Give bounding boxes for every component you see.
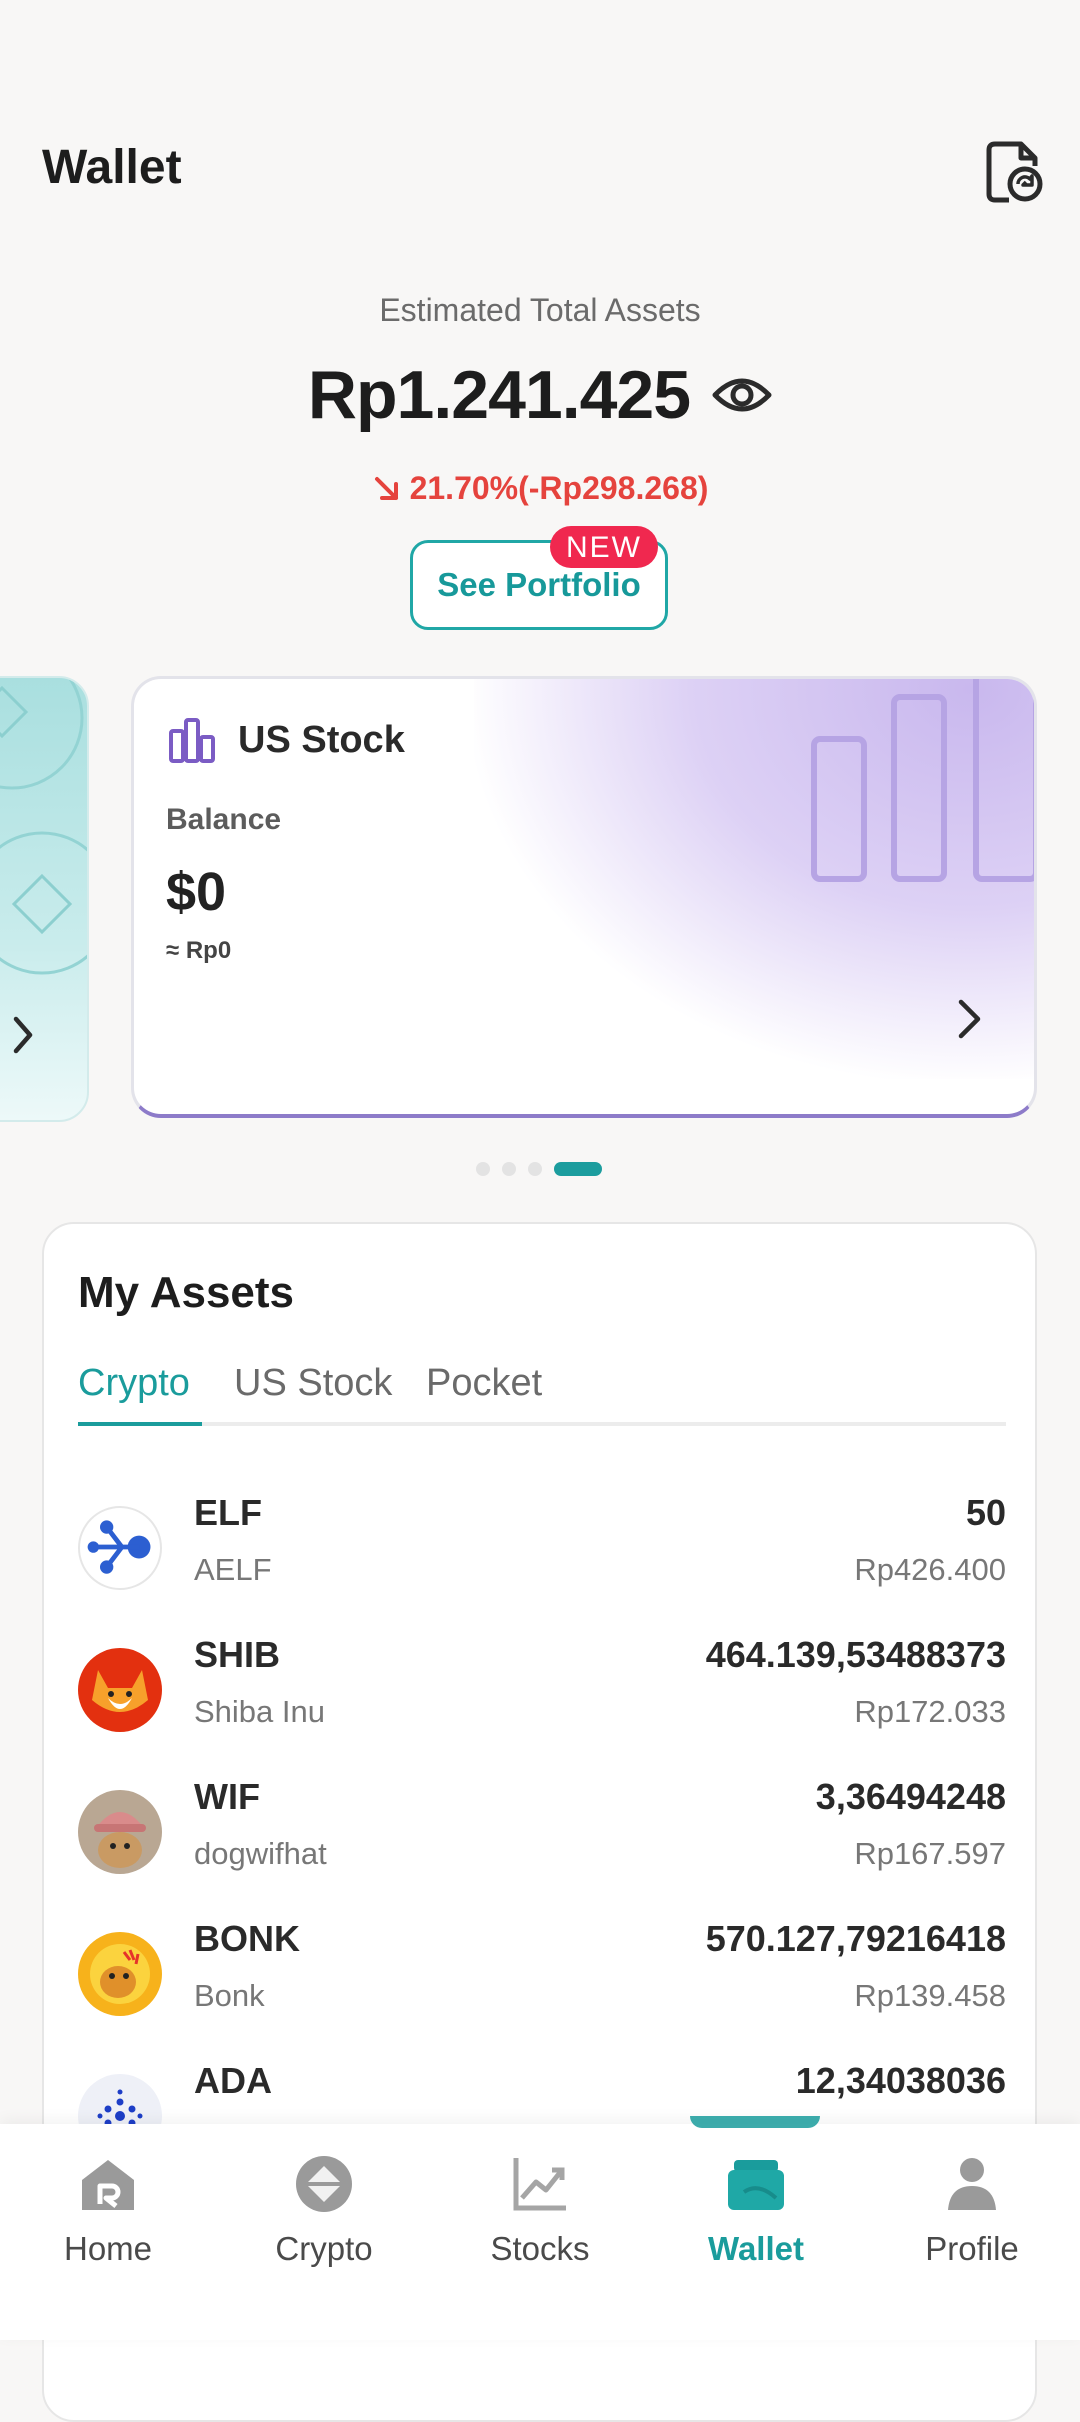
stock-chart-icon bbox=[169, 718, 215, 763]
profile-icon bbox=[948, 2158, 996, 2210]
card-balance-approx: ≈ Rp0 bbox=[166, 937, 232, 964]
total-assets-row: Rp1.241.425 bbox=[0, 356, 1080, 434]
dogwifhat-logo-icon bbox=[78, 1790, 162, 1874]
card-title-row: US Stock bbox=[168, 717, 405, 763]
asset-row[interactable]: ELF AELF 50 Rp426.400 bbox=[78, 1492, 1006, 1612]
asset-value: Rp172.033 bbox=[854, 1694, 1006, 1729]
asset-amount: 50 bbox=[965, 1492, 1006, 1533]
card-balance-label: Balance bbox=[166, 803, 282, 836]
shiba-inu-logo-icon bbox=[78, 1648, 162, 1732]
nav-stocks-label: Stocks bbox=[490, 2230, 590, 2267]
home-icon bbox=[82, 2160, 134, 2210]
asset-symbol: SHIB bbox=[194, 1634, 281, 1675]
asset-symbol: ADA bbox=[194, 2060, 272, 2101]
asset-row[interactable]: BONK Bonk 570.127,79216418 Rp139.458 bbox=[78, 1918, 1006, 2038]
carousel-dot-active bbox=[554, 1162, 602, 1176]
wallet-icon bbox=[728, 2160, 784, 2210]
carousel-indicator bbox=[476, 1162, 602, 1176]
page-title: Wallet bbox=[42, 141, 182, 194]
total-change-value: 21.70%(-Rp298.268) bbox=[409, 470, 709, 506]
asset-symbol: BONK bbox=[194, 1918, 300, 1959]
nav-wallet-label: Wallet bbox=[708, 2230, 804, 2267]
nav-crypto-label: Crypto bbox=[275, 2230, 373, 2267]
new-badge: NEW bbox=[550, 526, 658, 568]
nav-stocks[interactable]: Stocks bbox=[432, 2152, 648, 2268]
nav-crypto[interactable]: Crypto bbox=[216, 2152, 432, 2268]
assets-title: My Assets bbox=[78, 1268, 295, 1317]
nav-profile[interactable]: Profile bbox=[864, 2152, 1080, 2268]
assets-tabs: Crypto US Stock Pocket bbox=[78, 1362, 1006, 1426]
total-assets-value: Rp1.241.425 bbox=[307, 357, 691, 433]
asset-amount: 570.127,79216418 bbox=[705, 1918, 1006, 1959]
candlestick-decoration-icon bbox=[811, 679, 1034, 882]
bonk-logo-icon bbox=[78, 1932, 162, 2016]
active-nav-indicator bbox=[690, 2116, 820, 2128]
crypto-icon bbox=[296, 2156, 352, 2212]
previous-wallet-card[interactable] bbox=[0, 676, 89, 1122]
estimated-total-label: Estimated Total Assets bbox=[379, 292, 701, 328]
asset-value: Rp426.400 bbox=[854, 1552, 1006, 1587]
asset-value: Rp139.458 bbox=[854, 1978, 1006, 2013]
asset-symbol: ELF bbox=[194, 1492, 262, 1533]
nav-home[interactable]: Home bbox=[0, 2152, 216, 2268]
nav-wallet[interactable]: Wallet bbox=[648, 2152, 864, 2268]
carousel-dot bbox=[528, 1162, 542, 1176]
asset-value: Rp167.597 bbox=[854, 1836, 1006, 1871]
arrow-down-right-icon bbox=[374, 476, 398, 500]
carousel-dot bbox=[476, 1162, 490, 1176]
card-balance-value: $0 bbox=[166, 862, 227, 922]
asset-name: dogwifhat bbox=[194, 1836, 327, 1871]
aelf-logo-icon bbox=[78, 1506, 162, 1590]
tab-crypto[interactable]: Crypto bbox=[78, 1362, 190, 1405]
tab-us-stock[interactable]: US Stock bbox=[234, 1362, 392, 1405]
asset-amount: 12,34038036 bbox=[795, 2060, 1006, 2101]
asset-name: AELF bbox=[194, 1552, 272, 1587]
nav-home-label: Home bbox=[63, 2230, 153, 2267]
carousel-dot bbox=[502, 1162, 516, 1176]
bottom-navigation: Home Crypto Stocks Wallet Profile bbox=[0, 2116, 1080, 2340]
stocks-icon bbox=[513, 2158, 566, 2211]
asset-row[interactable]: SHIB Shiba Inu 464.139,53488373 Rp172.03… bbox=[78, 1634, 1006, 1754]
asset-amount: 464.139,53488373 bbox=[705, 1634, 1006, 1675]
tab-pocket[interactable]: Pocket bbox=[426, 1362, 542, 1405]
total-change-row: 21.70%(-Rp298.268) bbox=[0, 470, 1080, 507]
eye-icon[interactable] bbox=[712, 373, 772, 417]
see-portfolio-label: See Portfolio bbox=[437, 566, 641, 603]
active-tab-underline bbox=[78, 1422, 202, 1426]
asset-row[interactable]: WIF dogwifhat 3,36494248 Rp167.597 bbox=[78, 1776, 1006, 1896]
asset-name: Shiba Inu bbox=[194, 1694, 325, 1729]
nav-profile-label: Profile bbox=[925, 2230, 1019, 2267]
asset-symbol: WIF bbox=[194, 1776, 260, 1817]
report-export-icon[interactable] bbox=[985, 138, 1045, 204]
chevron-right-icon[interactable] bbox=[954, 997, 984, 1041]
asset-name: Bonk bbox=[194, 1978, 265, 2013]
us-stock-card[interactable]: US Stock Balance $0 ≈ Rp0 bbox=[131, 676, 1037, 1118]
chevron-right-icon[interactable] bbox=[12, 1015, 34, 1055]
card-title: US Stock bbox=[238, 718, 405, 761]
asset-amount: 3,36494248 bbox=[815, 1776, 1006, 1817]
